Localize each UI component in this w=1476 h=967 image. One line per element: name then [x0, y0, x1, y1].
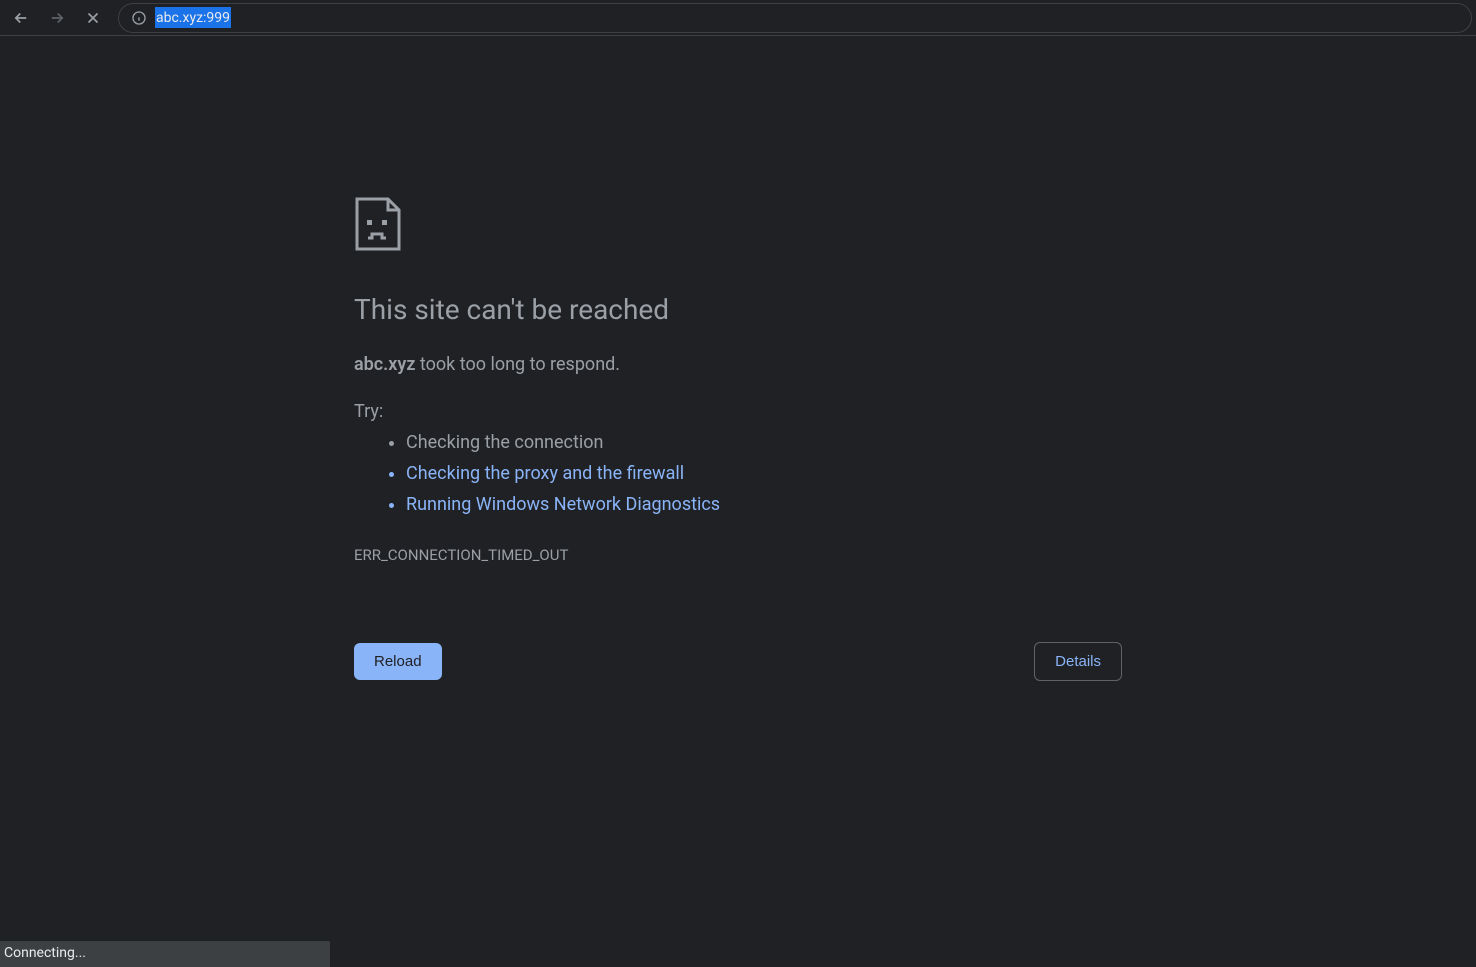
- browser-toolbar: abc.xyz:999: [0, 0, 1476, 36]
- suggestion-link-proxy[interactable]: Checking the proxy and the firewall: [406, 459, 1122, 490]
- details-button[interactable]: Details: [1034, 642, 1122, 681]
- error-page-content: This site can't be reached abc.xyz took …: [354, 36, 1122, 681]
- stop-button[interactable]: [76, 3, 110, 33]
- site-info-icon[interactable]: [131, 10, 147, 26]
- address-url-wrap: abc.xyz:999: [155, 7, 231, 28]
- address-bar[interactable]: abc.xyz:999: [118, 3, 1472, 33]
- address-url: abc.xyz:999: [155, 10, 231, 26]
- error-domain: abc.xyz: [354, 354, 415, 375]
- sad-page-icon: [354, 196, 402, 252]
- reload-button[interactable]: Reload: [354, 643, 442, 680]
- suggestion-list: Checking the connection Checking the pro…: [354, 428, 1122, 520]
- error-message-suffix: took too long to respond.: [415, 354, 620, 375]
- status-bar: Connecting...: [0, 941, 330, 967]
- arrow-left-icon: [12, 9, 30, 27]
- arrow-right-icon: [48, 9, 66, 27]
- button-row: Reload Details: [354, 642, 1122, 681]
- back-button[interactable]: [4, 3, 38, 33]
- forward-button[interactable]: [40, 3, 74, 33]
- suggestion-item: Checking the connection: [406, 428, 1122, 459]
- error-heading: This site can't be reached: [354, 292, 1122, 328]
- error-code: ERR_CONNECTION_TIMED_OUT: [354, 546, 1122, 564]
- error-subheading: abc.xyz took too long to respond.: [354, 354, 1122, 375]
- close-icon: [84, 9, 102, 27]
- try-label: Try:: [354, 401, 1122, 422]
- suggestion-link-diagnostics[interactable]: Running Windows Network Diagnostics: [406, 490, 1122, 521]
